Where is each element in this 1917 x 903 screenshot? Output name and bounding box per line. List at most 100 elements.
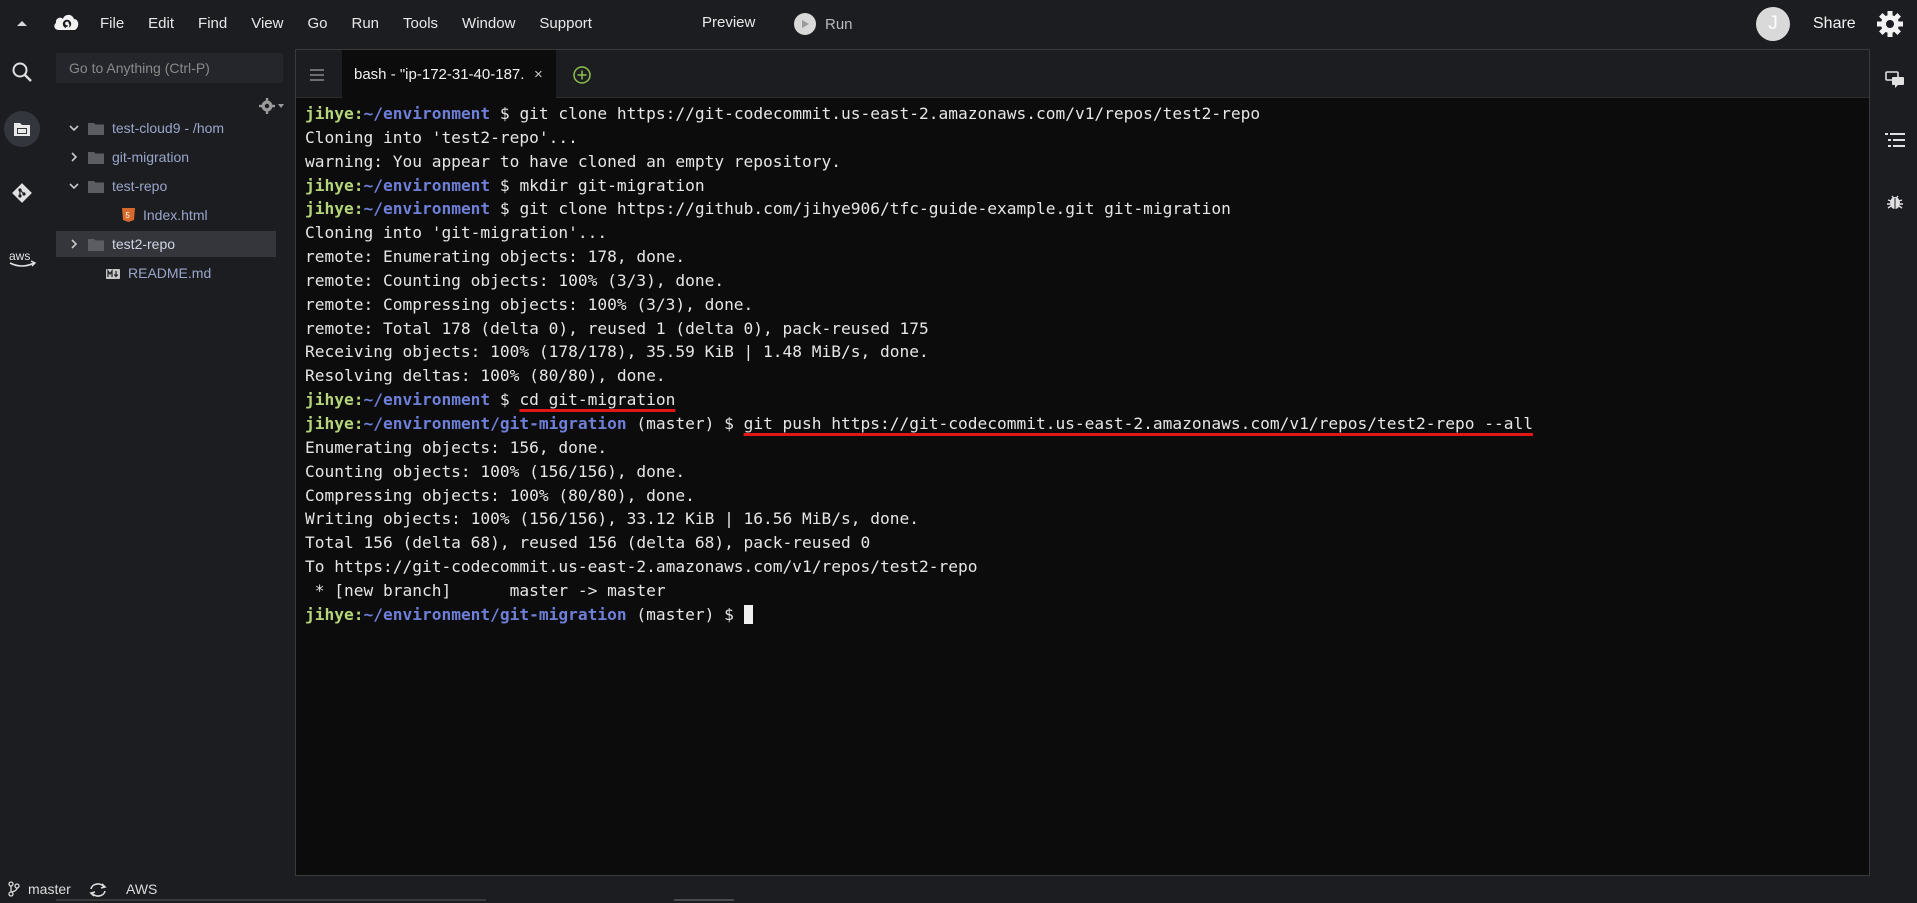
tree-item-test-cloud9[interactable]: test-cloud9 - /hom — [68, 115, 224, 141]
add-tab-icon[interactable] — [572, 65, 592, 85]
cloud9-logo-icon[interactable] — [52, 11, 80, 35]
terminal-output[interactable]: jihye:~/environment $ git clone https://… — [305, 102, 1855, 627]
command-text: git clone https://github.com/jihye906/tf… — [519, 199, 1231, 219]
terminal-line: warning: You appear to have cloned an em… — [305, 150, 1855, 174]
menu-file[interactable]: File — [100, 15, 124, 32]
tree-item-readme[interactable]: README.md — [106, 260, 211, 286]
chevron-right-icon[interactable] — [68, 238, 80, 250]
prompt-user: jihye — [305, 199, 354, 219]
prompt-user: jihye — [305, 175, 354, 195]
tab-menu-icon[interactable] — [310, 68, 324, 81]
file-explorer-icon[interactable] — [4, 111, 40, 147]
tree-item-label: test2-repo — [112, 236, 176, 252]
right-icon-rail — [1872, 47, 1917, 877]
tree-item-label: README.md — [128, 265, 212, 281]
prompt-branch: (master) $ — [626, 604, 744, 624]
output-text: Cloning into 'git-migration'... — [305, 223, 608, 243]
svg-text:aws: aws — [9, 249, 30, 263]
gear-icon[interactable] — [1875, 9, 1905, 39]
sync-icon[interactable] — [88, 881, 108, 899]
output-text: Compressing objects: 100% (80/80), done. — [305, 485, 695, 505]
menu-go[interactable]: Go — [307, 15, 327, 32]
prompt-path: ~/environment/git-migration — [363, 413, 627, 433]
menu-items: File Edit Find View Go Run Tools Window … — [100, 0, 616, 47]
go-to-anything-input[interactable]: Go to Anything (Ctrl-P) — [56, 53, 283, 83]
command-text: cd git-migration — [519, 390, 676, 410]
output-text: To https://git-codecommit.us-east-2.amaz… — [305, 557, 978, 577]
prompt-user: jihye — [305, 604, 354, 624]
menu-tools[interactable]: Tools — [403, 15, 438, 32]
tree-settings-icon[interactable] — [258, 97, 286, 115]
terminal-line: Total 156 (delta 68), reused 156 (delta … — [305, 531, 1855, 555]
output-text: Resolving deltas: 100% (80/80), done. — [305, 366, 666, 386]
tree-item-label: git-migration — [112, 149, 190, 165]
output-text: remote: Enumerating objects: 178, done. — [305, 247, 686, 267]
terminal-cursor[interactable] — [743, 604, 753, 624]
prompt-path: ~/environment/git-migration — [363, 604, 627, 624]
chevron-down-icon[interactable] — [68, 122, 80, 134]
output-text: remote: Counting objects: 100% (3/3), do… — [305, 270, 725, 290]
folder-icon — [88, 238, 104, 251]
output-text: Enumerating objects: 156, done. — [305, 437, 608, 457]
terminal-line: remote: Compressing objects: 100% (3/3),… — [305, 293, 1855, 317]
tree-item-index-html[interactable]: 5 Index.html — [122, 202, 208, 228]
terminal-line: * [new branch] master -> master — [305, 579, 1855, 603]
chevron-right-icon[interactable] — [68, 151, 80, 163]
prompt-branch: $ — [490, 104, 520, 123]
aws-icon[interactable]: aws — [6, 243, 38, 275]
terminal-line: Cloning into 'git-migration'... — [305, 221, 1855, 245]
terminal-line: jihye:~/environment $ git clone https://… — [305, 197, 1855, 221]
tab-bash[interactable]: bash - "ip-172-31-40-187. × — [342, 50, 556, 98]
play-icon — [794, 13, 816, 35]
file-tree-panel: Go to Anything (Ctrl-P) test-cloud9 - /h… — [44, 47, 284, 877]
markdown-file-icon — [106, 266, 120, 280]
prompt-path: ~/environment — [363, 175, 491, 195]
collaborate-icon[interactable] — [1884, 69, 1906, 91]
tab-bar: bash - "ip-172-31-40-187. × — [296, 50, 1869, 98]
prompt-path: ~/environment — [363, 104, 491, 123]
outline-icon[interactable] — [1884, 129, 1906, 151]
tree-item-git-migration[interactable]: git-migration — [68, 144, 189, 170]
search-icon[interactable] — [6, 56, 38, 88]
tree-item-test2-repo[interactable]: test2-repo — [56, 231, 276, 257]
prompt-branch: $ — [490, 199, 520, 219]
prompt-branch: $ — [490, 390, 520, 410]
command-text: git push https://git-codecommit.us-east-… — [743, 413, 1533, 433]
collapse-menu-icon[interactable] — [14, 16, 30, 30]
prompt-user: jihye — [305, 390, 354, 410]
run-button[interactable]: Run — [794, 12, 853, 36]
terminal-line: To https://git-codecommit.us-east-2.amaz… — [305, 555, 1855, 579]
menu-run[interactable]: Run — [351, 15, 379, 32]
branch-indicator[interactable]: master — [8, 881, 71, 897]
output-text: warning: You appear to have cloned an em… — [305, 151, 842, 171]
command-text: git clone https://git-codecommit.us-east… — [519, 104, 1261, 123]
menu-view[interactable]: View — [251, 15, 283, 32]
editor-pane: bash - "ip-172-31-40-187. × jihye:~/envi… — [295, 49, 1870, 876]
source-control-icon[interactable] — [6, 177, 38, 209]
svg-text:5: 5 — [125, 211, 130, 220]
menu-find[interactable]: Find — [198, 15, 227, 32]
tree-item-label: test-repo — [112, 178, 168, 194]
preview-button[interactable]: Preview — [702, 14, 755, 31]
terminal-line: jihye:~/environment/git-migration (maste… — [305, 603, 1855, 627]
output-text: Cloning into 'test2-repo'... — [305, 127, 578, 147]
tree-item-test-repo[interactable]: test-repo — [68, 173, 167, 199]
debugger-icon[interactable] — [1884, 191, 1906, 213]
terminal-line: jihye:~/environment $ mkdir git-migratio… — [305, 174, 1855, 198]
aws-status-label[interactable]: AWS — [126, 881, 157, 897]
terminal-line: jihye:~/environment/git-migration (maste… — [305, 412, 1855, 436]
branch-name: master — [28, 881, 71, 897]
avatar[interactable]: J — [1756, 7, 1790, 41]
menu-window[interactable]: Window — [462, 15, 515, 32]
terminal-line: Compressing objects: 100% (80/80), done. — [305, 484, 1855, 508]
tree-item-label: test-cloud9 - /hom — [112, 120, 225, 136]
prompt-branch: $ — [490, 175, 520, 195]
terminal-line: remote: Total 178 (delta 0), reused 1 (d… — [305, 317, 1855, 341]
menu-edit[interactable]: Edit — [148, 15, 174, 32]
output-text: Receiving objects: 100% (178/178), 35.59… — [305, 342, 929, 362]
share-button[interactable]: Share — [1813, 15, 1856, 33]
run-label: Run — [825, 15, 853, 33]
close-icon[interactable]: × — [534, 66, 543, 83]
menu-support[interactable]: Support — [539, 15, 592, 32]
chevron-down-icon[interactable] — [68, 180, 80, 192]
